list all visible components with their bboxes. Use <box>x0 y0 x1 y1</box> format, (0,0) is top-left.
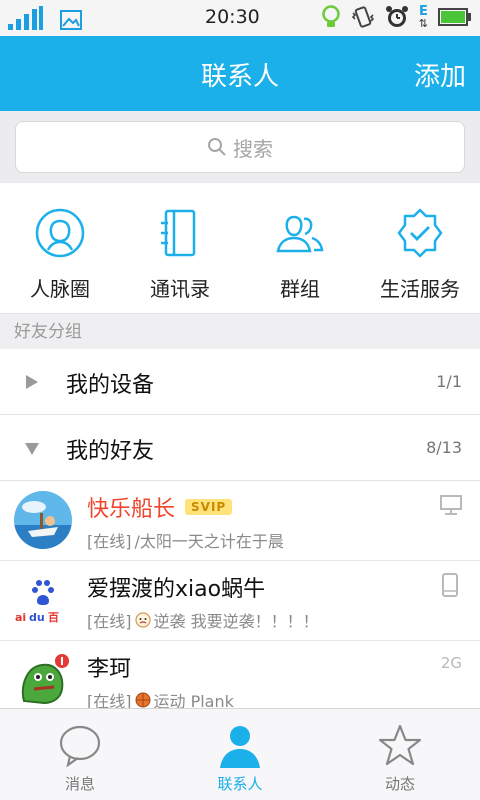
network-type-icon: E ⇅ <box>418 4 428 30</box>
contact-signature: 逆袭 我要逆袭！！！！ <box>153 612 319 631</box>
tab-contacts[interactable]: 联系人 <box>160 709 320 800</box>
friend-groups-heading: 好友分组 <box>0 313 480 349</box>
app-header: 联系人 添加 <box>0 36 480 111</box>
search-input[interactable]: 搜索 <box>15 121 465 173</box>
group-count: 1/1 <box>436 372 462 391</box>
contact-name-row: 爱摆渡的xiao蜗牛 <box>87 571 265 603</box>
search-placeholder: 搜索 <box>233 136 273 161</box>
contact-status: [在线] /太阳一天之计在于晨 <box>87 528 284 552</box>
quick-entry-groups[interactable]: 群组 <box>240 183 360 313</box>
contact-name-row: 李珂 <box>87 651 131 683</box>
phone-icon <box>442 573 458 597</box>
avatar: ai du 百 <box>14 571 72 629</box>
status-bar: 20:30 E ⇅ <box>0 0 480 36</box>
page-title: 联系人 <box>200 62 279 92</box>
search-icon <box>208 138 226 156</box>
svip-badge: SVIP <box>185 499 233 515</box>
add-button[interactable]: 添加 <box>414 56 466 93</box>
network-label: 2G <box>440 654 462 672</box>
vibrate-icon <box>351 6 374 28</box>
quick-entry-label: 生活服务 <box>380 277 460 301</box>
bottom-tab-bar: 消息 联系人 动态 <box>0 708 480 800</box>
contact-name: 爱摆渡的xiao蜗牛 <box>87 577 266 602</box>
contact-name: 李珂 <box>87 657 132 682</box>
star-icon <box>378 724 422 766</box>
message-bubble-icon <box>59 725 101 768</box>
contact-status: [在线] 逆袭 我要逆袭！！！！ <box>87 608 319 632</box>
tab-label: 联系人 <box>217 775 263 793</box>
signal-icon <box>8 6 43 30</box>
address-book-icon <box>161 209 196 257</box>
tab-feeds[interactable]: 动态 <box>320 709 480 800</box>
tab-label: 消息 <box>64 775 95 793</box>
svg-text:du: du <box>29 611 45 624</box>
service-badge-icon <box>397 208 443 258</box>
image-notification-icon <box>60 10 82 30</box>
collapsed-arrow-icon <box>26 375 38 389</box>
basketball-icon <box>135 692 150 708</box>
quick-entry-label: 人脉圈 <box>30 277 90 301</box>
group-row-devices[interactable]: 我的设备 1/1 <box>0 349 480 415</box>
online-status: [在线] <box>87 612 132 631</box>
expanded-arrow-icon <box>25 443 39 455</box>
desktop-icon <box>440 495 462 515</box>
contact-signature: /太阳一天之计在于晨 <box>134 532 284 551</box>
tab-messages[interactable]: 消息 <box>0 709 160 800</box>
online-status: [在线] <box>87 532 132 551</box>
contact-name-row: 快乐船长 SVIP <box>87 491 233 523</box>
group-row-friends[interactable]: 我的好友 8/13 <box>0 415 480 481</box>
group-name: 我的设备 <box>66 373 155 398</box>
svg-text:ai: ai <box>15 611 26 624</box>
quick-entry-contacts-circle[interactable]: 人脉圈 <box>0 183 120 313</box>
contact-row[interactable]: 快乐船长 SVIP [在线] /太阳一天之计在于晨 <box>0 481 480 561</box>
quick-entry-life-services[interactable]: 生活服务 <box>360 183 480 313</box>
group-name: 我的好友 <box>66 439 155 464</box>
contacts-person-icon <box>220 726 260 768</box>
quick-entry-label: 通讯录 <box>150 277 210 301</box>
mood-face-icon <box>134 612 151 628</box>
quick-entry-label: 群组 <box>280 277 320 301</box>
alarm-icon <box>385 6 408 27</box>
battery-icon <box>438 8 471 26</box>
avatar <box>14 491 72 549</box>
tab-label: 动态 <box>384 775 415 793</box>
quick-entries: 人脉圈 通讯录 群组 生活服务 <box>0 183 480 313</box>
contact-row[interactable]: ai du 百 爱摆渡的xiao蜗牛 [在线] 逆袭 我要逆袭！！！！ <box>0 561 480 641</box>
contact-name: 快乐船长 <box>87 497 176 522</box>
svg-text:百: 百 <box>48 611 59 624</box>
avatar <box>14 651 72 709</box>
person-circle-icon <box>35 208 85 258</box>
search-area: 搜索 <box>0 111 480 183</box>
status-time: 20:30 <box>205 6 260 28</box>
bulb-icon <box>322 5 340 27</box>
group-icon <box>276 215 324 253</box>
quick-entry-address-book[interactable]: 通讯录 <box>120 183 240 313</box>
group-count: 8/13 <box>426 438 462 457</box>
